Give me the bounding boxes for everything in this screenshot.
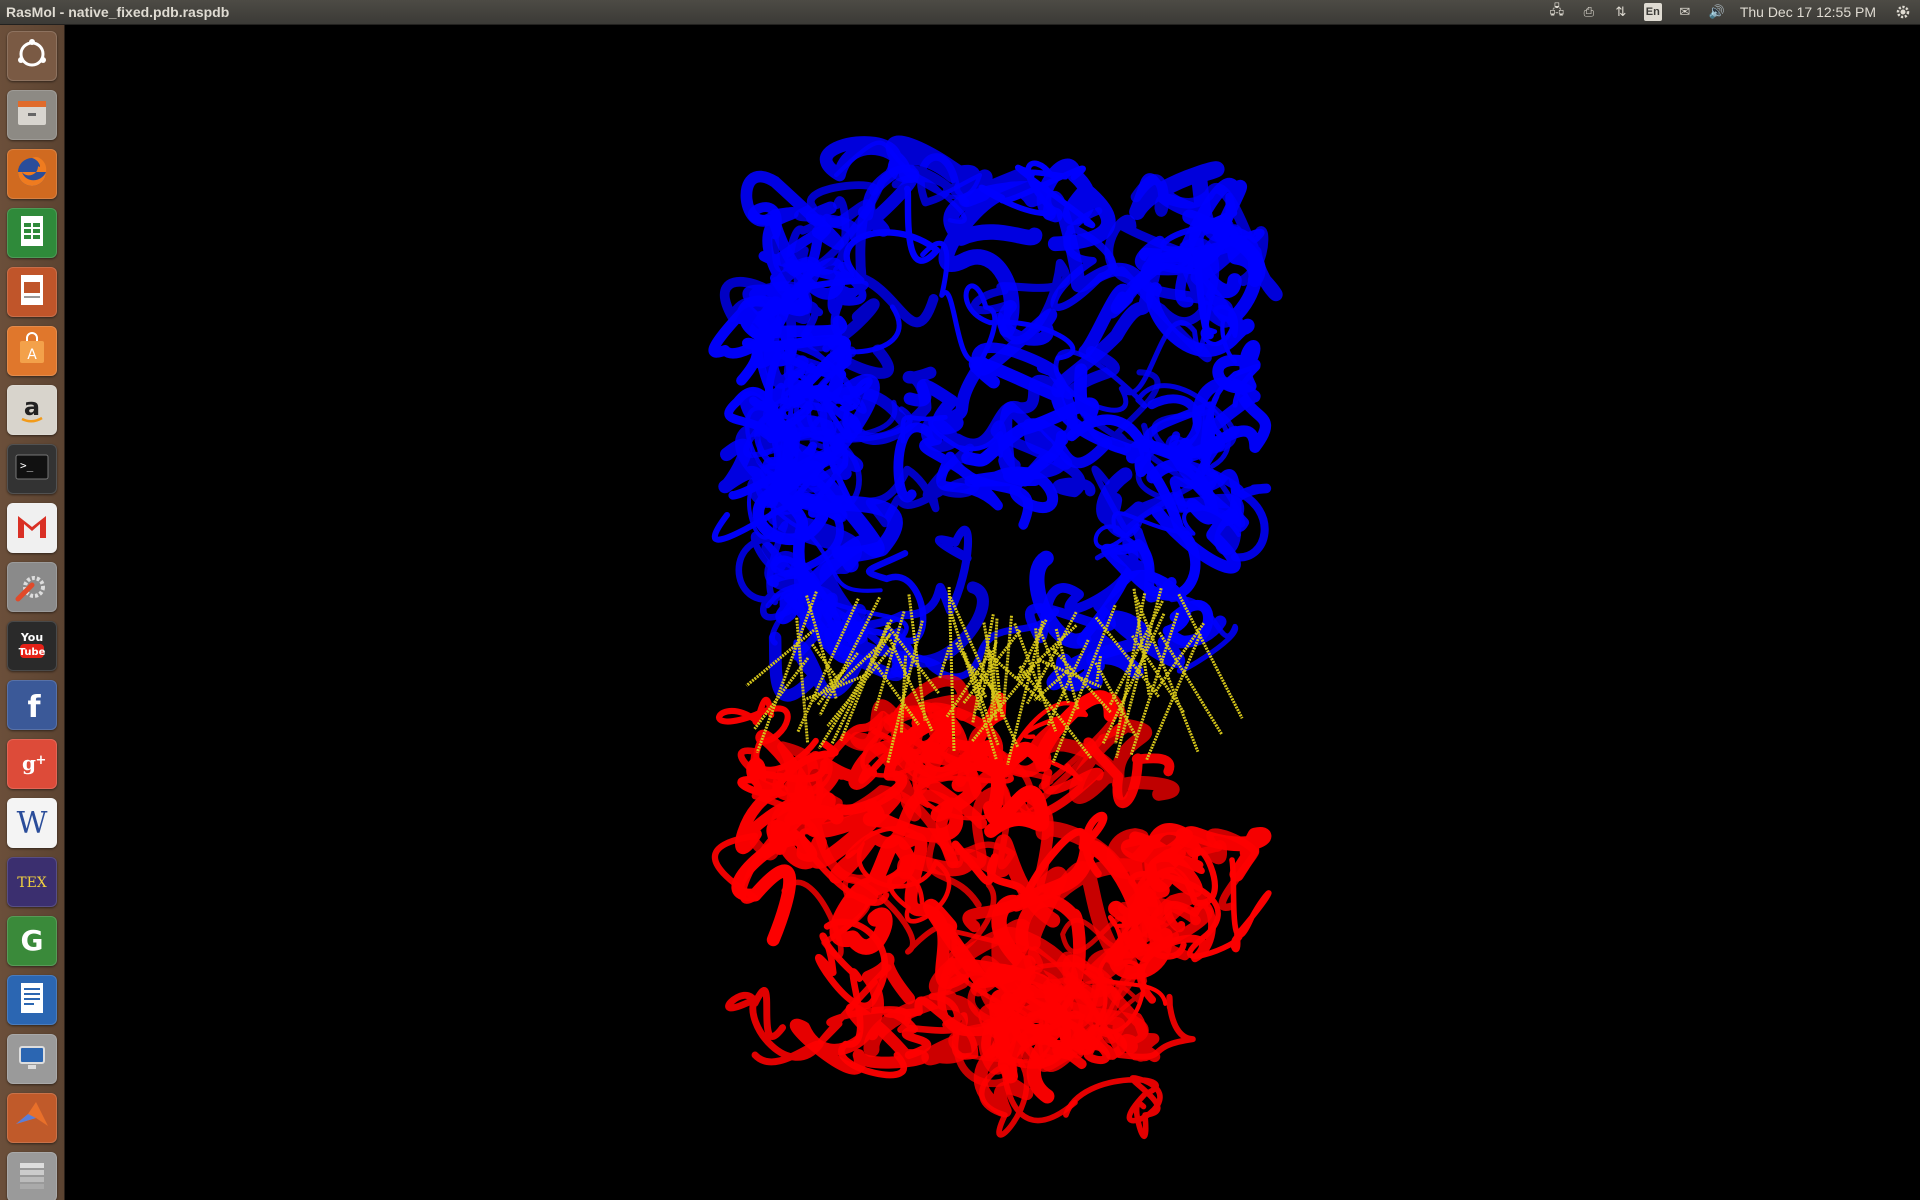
ubuntu-logo-icon	[12, 34, 52, 79]
gmail-icon	[12, 506, 52, 551]
volume-icon[interactable]: 🔊	[1708, 3, 1726, 21]
printer-icon[interactable]: ⎙	[1580, 3, 1598, 21]
launcher-item-matlab[interactable]	[7, 1093, 57, 1143]
facebook-icon: f	[12, 683, 52, 728]
w-letter-icon: W	[12, 801, 52, 846]
document-icon	[12, 978, 52, 1023]
svg-text:Tube: Tube	[19, 647, 46, 658]
stack-icon	[12, 1155, 52, 1200]
chain-a-ribbon	[708, 135, 1283, 702]
presentation-icon	[12, 270, 52, 315]
youtube-icon: You Tube	[12, 624, 52, 669]
svg-text:+: +	[36, 753, 47, 768]
spreadsheet-icon	[12, 211, 52, 256]
window-title: RasMol - native_fixed.pdb.raspdb	[6, 4, 230, 20]
rasmol-canvas[interactable]	[65, 25, 1920, 1200]
clock[interactable]: Thu Dec 17 12:55 PM	[1740, 4, 1876, 20]
launcher-item-files[interactable]	[7, 90, 57, 140]
launcher-item-amazon[interactable]: a	[7, 385, 57, 435]
transfer-icon[interactable]: ⇅	[1612, 3, 1630, 21]
g-letter-icon: G	[12, 919, 52, 964]
launcher: Aa >_ You Tube f g + W TEX G	[0, 25, 65, 1200]
mail-icon[interactable]: ✉	[1676, 3, 1694, 21]
launcher-item-texmaker[interactable]: TEX	[7, 857, 57, 907]
launcher-item-workspaces[interactable]	[7, 1152, 57, 1200]
file-cabinet-icon	[12, 93, 52, 138]
network-icon[interactable]: 🖧	[1548, 2, 1566, 21]
launcher-item-system-settings[interactable]	[7, 562, 57, 612]
gear-icon[interactable]	[1894, 3, 1912, 21]
indicator-area: 🖧 ⎙ ⇅ En ✉ 🔊 Thu Dec 17 12:55 PM	[1548, 0, 1912, 24]
chain-b-ribbon	[711, 674, 1272, 1139]
svg-text:>_: >_	[20, 459, 34, 472]
launcher-item-gnumeric[interactable]: G	[7, 916, 57, 966]
launcher-item-facebook[interactable]: f	[7, 680, 57, 730]
launcher-item-wordpress-writer[interactable]: W	[7, 798, 57, 848]
matlab-icon	[12, 1096, 52, 1141]
launcher-item-software-center[interactable]: A	[7, 326, 57, 376]
terminal-icon: >_	[12, 447, 52, 492]
svg-text:f: f	[27, 690, 41, 723]
firefox-icon	[12, 152, 52, 197]
tex-icon: TEX	[12, 860, 52, 905]
svg-text:A: A	[27, 347, 37, 363]
launcher-item-libreoffice-writer[interactable]	[7, 975, 57, 1025]
svg-text:G: G	[21, 924, 44, 957]
launcher-item-firefox[interactable]	[7, 149, 57, 199]
launcher-item-google-plus[interactable]: g +	[7, 739, 57, 789]
svg-text:TEX: TEX	[17, 875, 47, 891]
launcher-item-libreoffice-impress[interactable]	[7, 267, 57, 317]
launcher-item-libreoffice-calc[interactable]	[7, 208, 57, 258]
google-plus-icon: g +	[12, 742, 52, 787]
shopping-bag-icon: A	[12, 329, 52, 374]
svg-text:g: g	[22, 751, 36, 775]
keyboard-layout[interactable]: En	[1643, 3, 1662, 21]
launcher-item-youtube[interactable]: You Tube	[7, 621, 57, 671]
svg-text:W: W	[17, 806, 48, 841]
svg-text:a: a	[24, 393, 40, 421]
wrench-gear-icon	[12, 565, 52, 610]
monitor-icon	[12, 1037, 52, 1082]
launcher-item-remote-desktop[interactable]	[7, 1034, 57, 1084]
launcher-item-terminal[interactable]: >_	[7, 444, 57, 494]
launcher-item-dash-home[interactable]	[7, 31, 57, 81]
launcher-item-gmail[interactable]	[7, 503, 57, 553]
amazon-icon: a	[12, 388, 52, 433]
top-panel: RasMol - native_fixed.pdb.raspdb 🖧 ⎙ ⇅ E…	[0, 0, 1920, 25]
svg-text:You: You	[20, 631, 43, 644]
